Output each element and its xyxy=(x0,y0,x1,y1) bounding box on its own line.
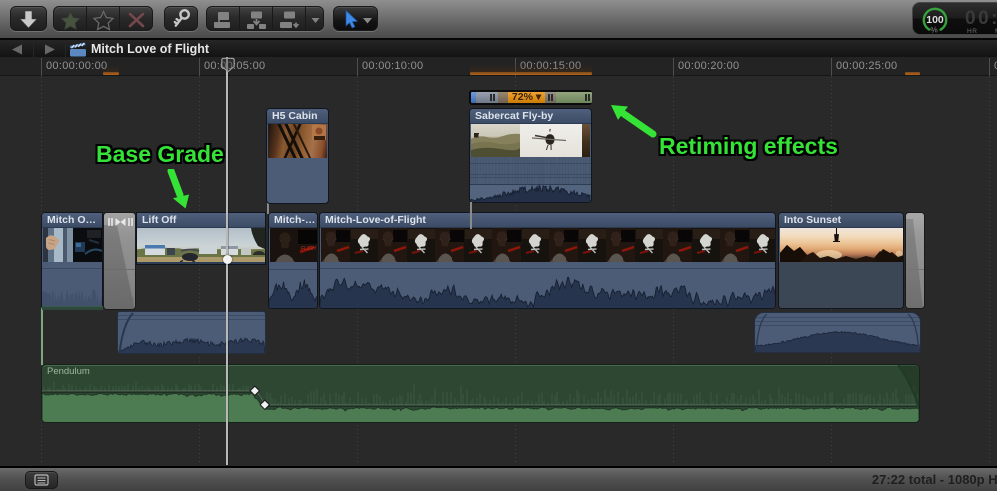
svg-text:100: 100 xyxy=(926,14,944,26)
svg-text:FLIGHT: FLIGHT xyxy=(301,246,318,252)
svg-text:%: % xyxy=(930,25,938,35)
